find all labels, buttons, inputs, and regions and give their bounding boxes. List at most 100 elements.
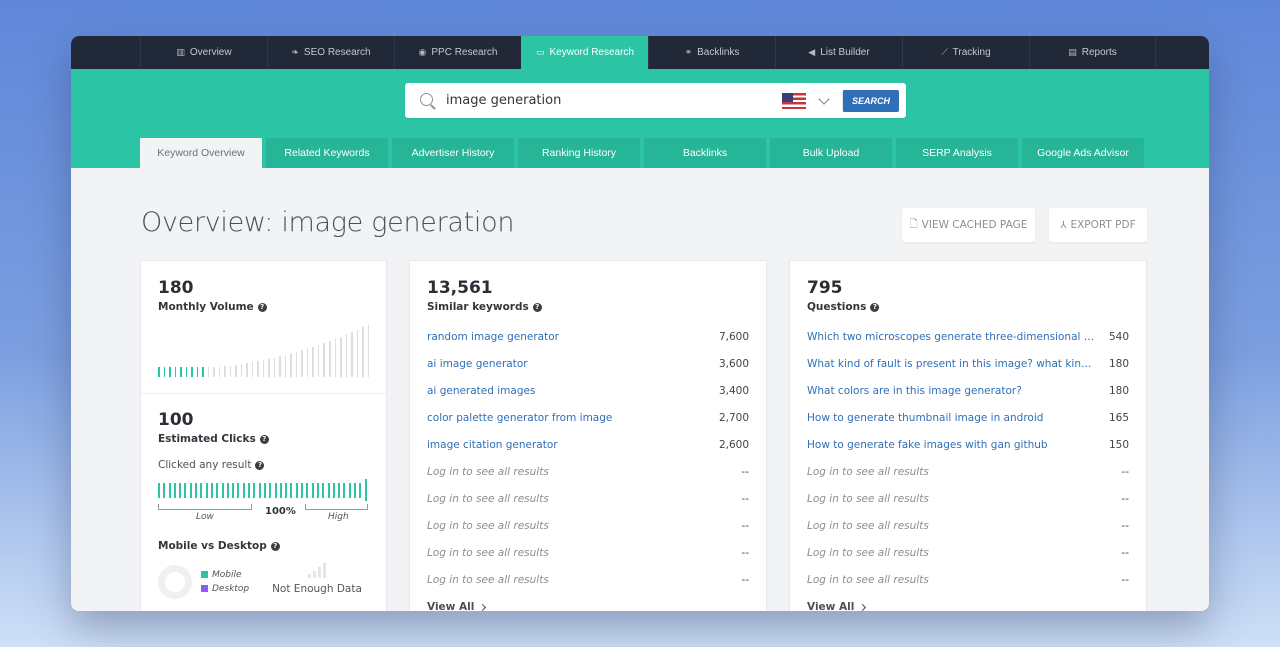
- volume-bar: [180, 367, 182, 377]
- volume-bar: [351, 332, 353, 377]
- click-tick: [210, 482, 213, 498]
- click-tick: [364, 479, 367, 501]
- volume-bar: [356, 329, 359, 377]
- click-tick: [332, 482, 335, 498]
- estimated-clicks-value: 100: [158, 410, 194, 430]
- click-tick: [279, 482, 282, 498]
- search-input[interactable]: [446, 93, 782, 108]
- help-icon[interactable]: ?: [532, 302, 542, 312]
- keyword-link[interactable]: Which two microscopes generate three-dim…: [807, 331, 1097, 343]
- login-prompt-link[interactable]: Log in to see all results: [427, 466, 549, 478]
- donut-chart: [158, 565, 192, 599]
- volume-bar: [202, 367, 204, 377]
- chevron-right-icon: [479, 603, 487, 611]
- volume-bar: [229, 365, 232, 377]
- high-label: High: [328, 512, 349, 522]
- click-tick: [205, 482, 208, 498]
- page-title: Overview: image generation: [141, 207, 515, 238]
- nav-item-ppc-research[interactable]: ◉ PPC Research: [394, 36, 521, 69]
- locked-row: Log in to see all results --: [427, 539, 749, 566]
- keyword-link[interactable]: ai image generator: [427, 358, 528, 370]
- search-button[interactable]: SEARCH: [841, 89, 899, 112]
- login-prompt-link[interactable]: Log in to see all results: [807, 547, 929, 559]
- volume-bar: [251, 362, 254, 377]
- nav-item-label: SEO Research: [303, 47, 371, 58]
- view-all-similar-button[interactable]: View All: [427, 601, 749, 611]
- app-window: ▥ Overview ❧ SEO Research ◉ PPC Research ▭ Keyw…: [71, 36, 1209, 611]
- volume-bar: [362, 327, 364, 377]
- login-prompt-link[interactable]: Log in to see all results: [427, 493, 549, 505]
- click-tick: [200, 482, 203, 498]
- keyword-link[interactable]: How to generate fake images with gan git…: [807, 439, 1048, 451]
- top-nav: ▥ Overview ❧ SEO Research ◉ PPC Research ▭ Keyw…: [71, 36, 1209, 69]
- view-all-questions-button[interactable]: View All: [807, 601, 1129, 611]
- legend-mobile: Mobile: [201, 568, 249, 582]
- login-prompt-link[interactable]: Log in to see all results: [807, 493, 929, 505]
- tab-advertiser-history[interactable]: Advertiser History: [392, 138, 514, 168]
- nav-item-keyword-research[interactable]: ▭ Keyword Research: [521, 36, 648, 69]
- nav-item-tracking[interactable]: ⟋ Tracking: [902, 36, 1029, 69]
- list-item: How to generate fake images with gan git…: [807, 431, 1129, 458]
- login-prompt-link[interactable]: Log in to see all results: [807, 466, 929, 478]
- mobile-vs-desktop-text: Mobile vs Desktop: [158, 540, 267, 552]
- keyword-link[interactable]: What colors are in this image generator?: [807, 385, 1022, 397]
- tab-backlinks[interactable]: Backlinks: [644, 138, 766, 168]
- tab-keyword-overview[interactable]: Keyword Overview: [140, 138, 262, 168]
- login-prompt-link[interactable]: Log in to see all results: [427, 520, 549, 532]
- list-item: image citation generator 2,600: [427, 431, 749, 458]
- login-prompt-link[interactable]: Log in to see all results: [427, 574, 549, 586]
- monthly-volume-text: Monthly Volume: [158, 301, 254, 313]
- clicked-any-result-text: Clicked any result: [158, 459, 252, 471]
- keyword-link[interactable]: How to generate thumbnail image in andro…: [807, 412, 1043, 424]
- nav-item-list-builder[interactable]: ◀ List Builder: [775, 36, 902, 69]
- document-icon: 🗋: [909, 218, 918, 230]
- nav-item-seo-research[interactable]: ❧ SEO Research: [267, 36, 394, 69]
- chevron-down-icon[interactable]: [818, 92, 830, 105]
- click-tick: [195, 482, 198, 498]
- help-icon[interactable]: ?: [257, 302, 267, 312]
- help-icon[interactable]: ?: [255, 460, 265, 470]
- signal-bars-icon: [272, 562, 362, 578]
- keyword-link[interactable]: random image generator: [427, 331, 559, 343]
- locked-row: Log in to see all results --: [807, 566, 1129, 593]
- click-tick: [322, 482, 325, 498]
- nav-item-reports[interactable]: ▤ Reports: [1029, 36, 1156, 69]
- megaphone-icon: ◀: [808, 47, 816, 57]
- tab-google-ads-advisor[interactable]: Google Ads Advisor: [1022, 138, 1144, 168]
- login-prompt-link[interactable]: Log in to see all results: [807, 574, 929, 586]
- nav-item-backlinks[interactable]: ⚭ Backlinks: [648, 36, 775, 69]
- monthly-volume-value: 180: [158, 278, 194, 298]
- keyword-link[interactable]: What kind of fault is present in this im…: [807, 358, 1097, 370]
- list-item: What colors are in this image generator?…: [807, 377, 1129, 404]
- click-tick: [269, 482, 272, 498]
- us-flag-icon[interactable]: [781, 92, 806, 109]
- tab-bulk-upload[interactable]: Bulk Upload: [770, 138, 892, 168]
- view-cached-page-button[interactable]: 🗋 VIEW CACHED PAGE: [902, 208, 1035, 242]
- keyword-link[interactable]: ai generated images: [427, 385, 535, 397]
- clicked-any-result-label: Clicked any result ?: [158, 459, 369, 471]
- locked-value: --: [1121, 573, 1129, 586]
- tab-related-keywords[interactable]: Related Keywords: [266, 138, 388, 168]
- keyword-link[interactable]: color palette generator from image: [427, 412, 612, 424]
- locked-row: Log in to see all results --: [427, 566, 749, 593]
- login-prompt-link[interactable]: Log in to see all results: [807, 520, 929, 532]
- keyword-link[interactable]: image citation generator: [427, 439, 558, 451]
- nav-item-overview[interactable]: ▥ Overview: [140, 36, 267, 69]
- login-prompt-link[interactable]: Log in to see all results: [427, 547, 549, 559]
- tab-serp-analysis[interactable]: SERP Analysis: [896, 138, 1018, 168]
- export-pdf-button[interactable]: ⅄ EXPORT PDF: [1049, 208, 1147, 242]
- nav-item-label: Overview: [189, 47, 232, 58]
- nav-item-label: Reports: [1081, 47, 1117, 58]
- click-tick: [226, 482, 229, 498]
- locked-row: Log in to see all results --: [807, 458, 1129, 485]
- locked-value: --: [741, 573, 749, 586]
- locked-value: --: [741, 546, 749, 559]
- questions-count: 795: [807, 278, 843, 298]
- volume-bar: [273, 357, 276, 377]
- help-icon[interactable]: ?: [270, 541, 280, 551]
- help-icon[interactable]: ?: [259, 434, 269, 444]
- volume-bar: [174, 367, 177, 377]
- tab-ranking-history[interactable]: Ranking History: [518, 138, 640, 168]
- help-icon[interactable]: ?: [870, 302, 880, 312]
- not-enough-data: Not Enough Data: [272, 562, 362, 595]
